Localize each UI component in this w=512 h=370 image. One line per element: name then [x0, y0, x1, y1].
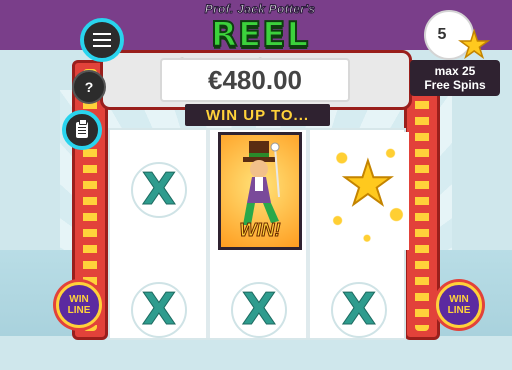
x-symbol: X [231, 282, 287, 338]
winner-label: WIN! [239, 220, 281, 241]
professor-character-icon [243, 141, 280, 225]
free-spins-star-icon: ★ [457, 25, 491, 66]
winner-symbol-card[interactable]: WIN! [218, 132, 302, 250]
prize-amount: €480.00 [160, 58, 350, 102]
reel-cell-1-1[interactable]: X [116, 130, 202, 250]
menu-button[interactable] [80, 18, 124, 62]
win-line-badge-right: WIN LINE [436, 282, 482, 328]
free-spins-max: max 25 [434, 64, 476, 78]
reel-divider [306, 130, 310, 338]
reel-cell-2-3[interactable]: X [316, 250, 402, 370]
reel-cell-2-2[interactable]: X [216, 250, 302, 370]
reel-divider [206, 130, 210, 338]
clipboard-icon [76, 119, 88, 138]
free-spins-label: Free Spins [424, 78, 486, 92]
star-symbol-card[interactable]: ★ [325, 132, 409, 250]
game-subtitle: Prof. Jack Potter's [204, 2, 316, 17]
game-logo: Prof. Jack Potter's REEL STACKER [130, 2, 390, 94]
help-button[interactable]: ? [72, 70, 106, 104]
x-symbol: X [331, 282, 387, 338]
star-icon: ★ [340, 149, 396, 219]
win-line-badge-left: WIN LINE [56, 282, 102, 328]
x-symbol: X [131, 282, 187, 338]
reel-cell-2-1[interactable]: X [116, 250, 202, 370]
menu-icon [93, 33, 111, 35]
free-spins-info: max 25 Free Spins [410, 60, 500, 96]
win-up-to-banner: WIN UP TO... [185, 104, 330, 126]
paytable-button[interactable] [62, 110, 102, 150]
x-symbol: X [131, 162, 187, 218]
